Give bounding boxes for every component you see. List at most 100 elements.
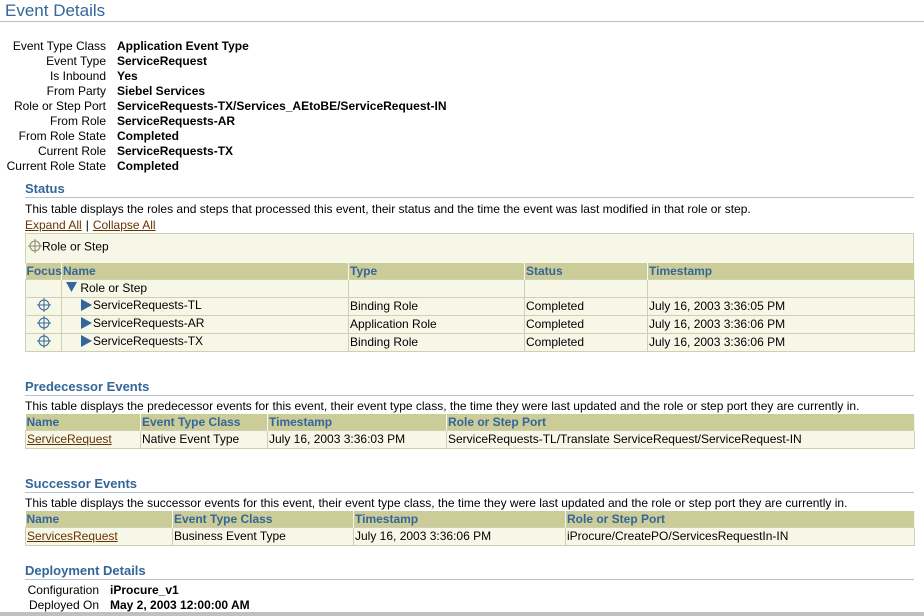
page-title: Event Details (5, 1, 106, 20)
triangle-down-icon[interactable] (66, 281, 77, 295)
detail-row: Event Type Class Application Event Type (0, 39, 600, 54)
crosshair-icon[interactable] (37, 298, 51, 315)
detail-label: Event Type (46, 54, 106, 68)
triangle-right-icon[interactable] (80, 298, 92, 314)
detail-value: ServiceRequest (117, 54, 208, 68)
predecessor-description: This table displays the predecessor even… (25, 399, 860, 413)
column-header-name: Name (25, 414, 141, 430)
detail-value: Siebel Services (117, 84, 206, 98)
table-row: ServiceRequests-AR Application Role Comp… (25, 314, 915, 334)
detail-value: Application Event Type (117, 39, 249, 53)
focus-cell (25, 278, 62, 298)
column-header-focus: Focus (25, 263, 62, 279)
crosshair-icon[interactable] (37, 316, 51, 333)
status-breadcrumb-bar: Role or Step (25, 233, 914, 263)
table-row: ServiceRequests-TL Binding Role Complete… (25, 296, 915, 316)
timestamp-cell (647, 278, 915, 298)
event-details-list: Event Type Class Application Event Type E… (0, 39, 600, 174)
configuration-label: Configuration (27, 583, 99, 597)
timestamp-cell: July 16, 2003 3:36:03 PM (267, 429, 447, 449)
column-header-status: Status (524, 263, 648, 279)
status-section-title: Status (25, 181, 65, 196)
timestamp-cell: July 16, 2003 3:36:06 PM (647, 314, 915, 334)
deployment-section-title: Deployment Details (25, 563, 146, 578)
breadcrumb-label: Role or Step (42, 239, 109, 254)
detail-row: Current Role ServiceRequests-TX (0, 144, 600, 159)
expand-collapse-controls: Expand All | Collapse All (25, 218, 156, 232)
horizontal-scrollbar[interactable] (0, 612, 924, 616)
detail-label: From Role State (18, 129, 106, 143)
triangle-right-icon[interactable] (80, 316, 92, 332)
detail-label: From Party (46, 84, 106, 98)
predecessor-table: Name Event Type Class Timestamp Role or … (25, 414, 915, 449)
deployed-on-value: May 2, 2003 12:00:00 AM (110, 598, 250, 612)
event-type-class-cell: Native Event Type (140, 429, 268, 449)
status-divider (25, 197, 914, 198)
successor-description: This table displays the successor events… (25, 496, 848, 510)
triangle-right-icon[interactable] (80, 334, 92, 350)
status-table: Focus Name Type Status Timestamp Role or… (25, 263, 915, 352)
detail-row: Configuration iProcure_v1 (25, 583, 250, 598)
timestamp-cell: July 16, 2003 3:36:06 PM (353, 526, 566, 546)
detail-value: Completed (117, 129, 180, 143)
successor-divider (25, 492, 914, 493)
role-port-cell: iProcure/CreatePO/ServicesRequestIn-IN (565, 526, 915, 546)
detail-label: Current Role (37, 144, 106, 158)
detail-row: Role or Step Port ServiceRequests-TX/Serv… (0, 99, 600, 114)
predecessor-section-title: Predecessor Events (25, 379, 150, 394)
crosshair-icon[interactable] (28, 239, 42, 256)
table-header-row: Focus Name Type Status Timestamp (25, 263, 915, 279)
status-cell: Completed (524, 314, 648, 334)
deployment-divider (25, 579, 914, 580)
table-row: ServicesRequest Business Event Type July… (25, 526, 915, 546)
role-name: ServiceRequests-TL (93, 298, 202, 313)
detail-value: ServiceRequests-AR (117, 114, 236, 128)
detail-label: Event Type Class (12, 39, 106, 53)
expand-all-link[interactable]: Expand All (25, 218, 82, 232)
focus-cell (25, 314, 62, 334)
title-divider (0, 21, 924, 22)
column-header-type: Type (348, 263, 525, 279)
focus-cell (25, 296, 62, 316)
detail-label: From Role (49, 114, 106, 128)
detail-value: ServiceRequests-TX/Services_AEtoBE/Servi… (117, 99, 447, 113)
column-header-event-type-class: Event Type Class (172, 511, 354, 527)
type-cell: Binding Role (348, 332, 525, 352)
column-header-timestamp: Timestamp (267, 414, 447, 430)
type-cell (348, 278, 525, 298)
table-row: ServiceRequest Native Event Type July 16… (25, 429, 915, 449)
predecessor-divider (25, 395, 914, 396)
column-header-timestamp: Timestamp (647, 263, 915, 279)
column-header-timestamp: Timestamp (353, 511, 566, 527)
event-link[interactable]: ServiceRequest (27, 432, 112, 446)
successor-section-title: Successor Events (25, 476, 138, 491)
name-cell: ServiceRequest (25, 429, 141, 449)
breadcrumb: Role or Step (28, 239, 109, 256)
status-description: This table displays the roles and steps … (25, 202, 751, 216)
table-row: ServiceRequests-TX Binding Role Complete… (25, 332, 915, 352)
configuration-value: iProcure_v1 (110, 583, 179, 597)
detail-row: Deployed On May 2, 2003 12:00:00 AM (25, 598, 250, 613)
detail-label: Role or Step Port (13, 99, 106, 113)
column-header-name: Name (61, 263, 349, 279)
column-header-event-type-class: Event Type Class (140, 414, 268, 430)
deployed-on-label: Deployed On (28, 598, 99, 612)
collapse-all-link[interactable]: Collapse All (93, 218, 156, 232)
detail-row: Event Type ServiceRequest (0, 54, 600, 69)
detail-label: Current Role State (6, 159, 106, 173)
name-cell: ServiceRequests-TX (61, 332, 349, 352)
detail-value: Yes (117, 69, 138, 83)
role-port-cell: ServiceRequests-TL/Translate ServiceRequ… (446, 429, 915, 449)
timestamp-cell: July 16, 2003 3:36:06 PM (647, 332, 915, 352)
column-header-role-port: Role or Step Port (446, 414, 915, 430)
name-cell: ServicesRequest (25, 526, 173, 546)
type-cell: Binding Role (348, 296, 525, 316)
column-header-name: Name (25, 511, 173, 527)
status-cell: Completed (524, 296, 648, 316)
detail-row: From Role ServiceRequests-AR (0, 114, 600, 129)
status-cell (524, 278, 648, 298)
crosshair-icon[interactable] (37, 334, 51, 351)
status-cell: Completed (524, 332, 648, 352)
event-link[interactable]: ServicesRequest (27, 529, 118, 543)
detail-row: From Role State Completed (0, 129, 600, 144)
